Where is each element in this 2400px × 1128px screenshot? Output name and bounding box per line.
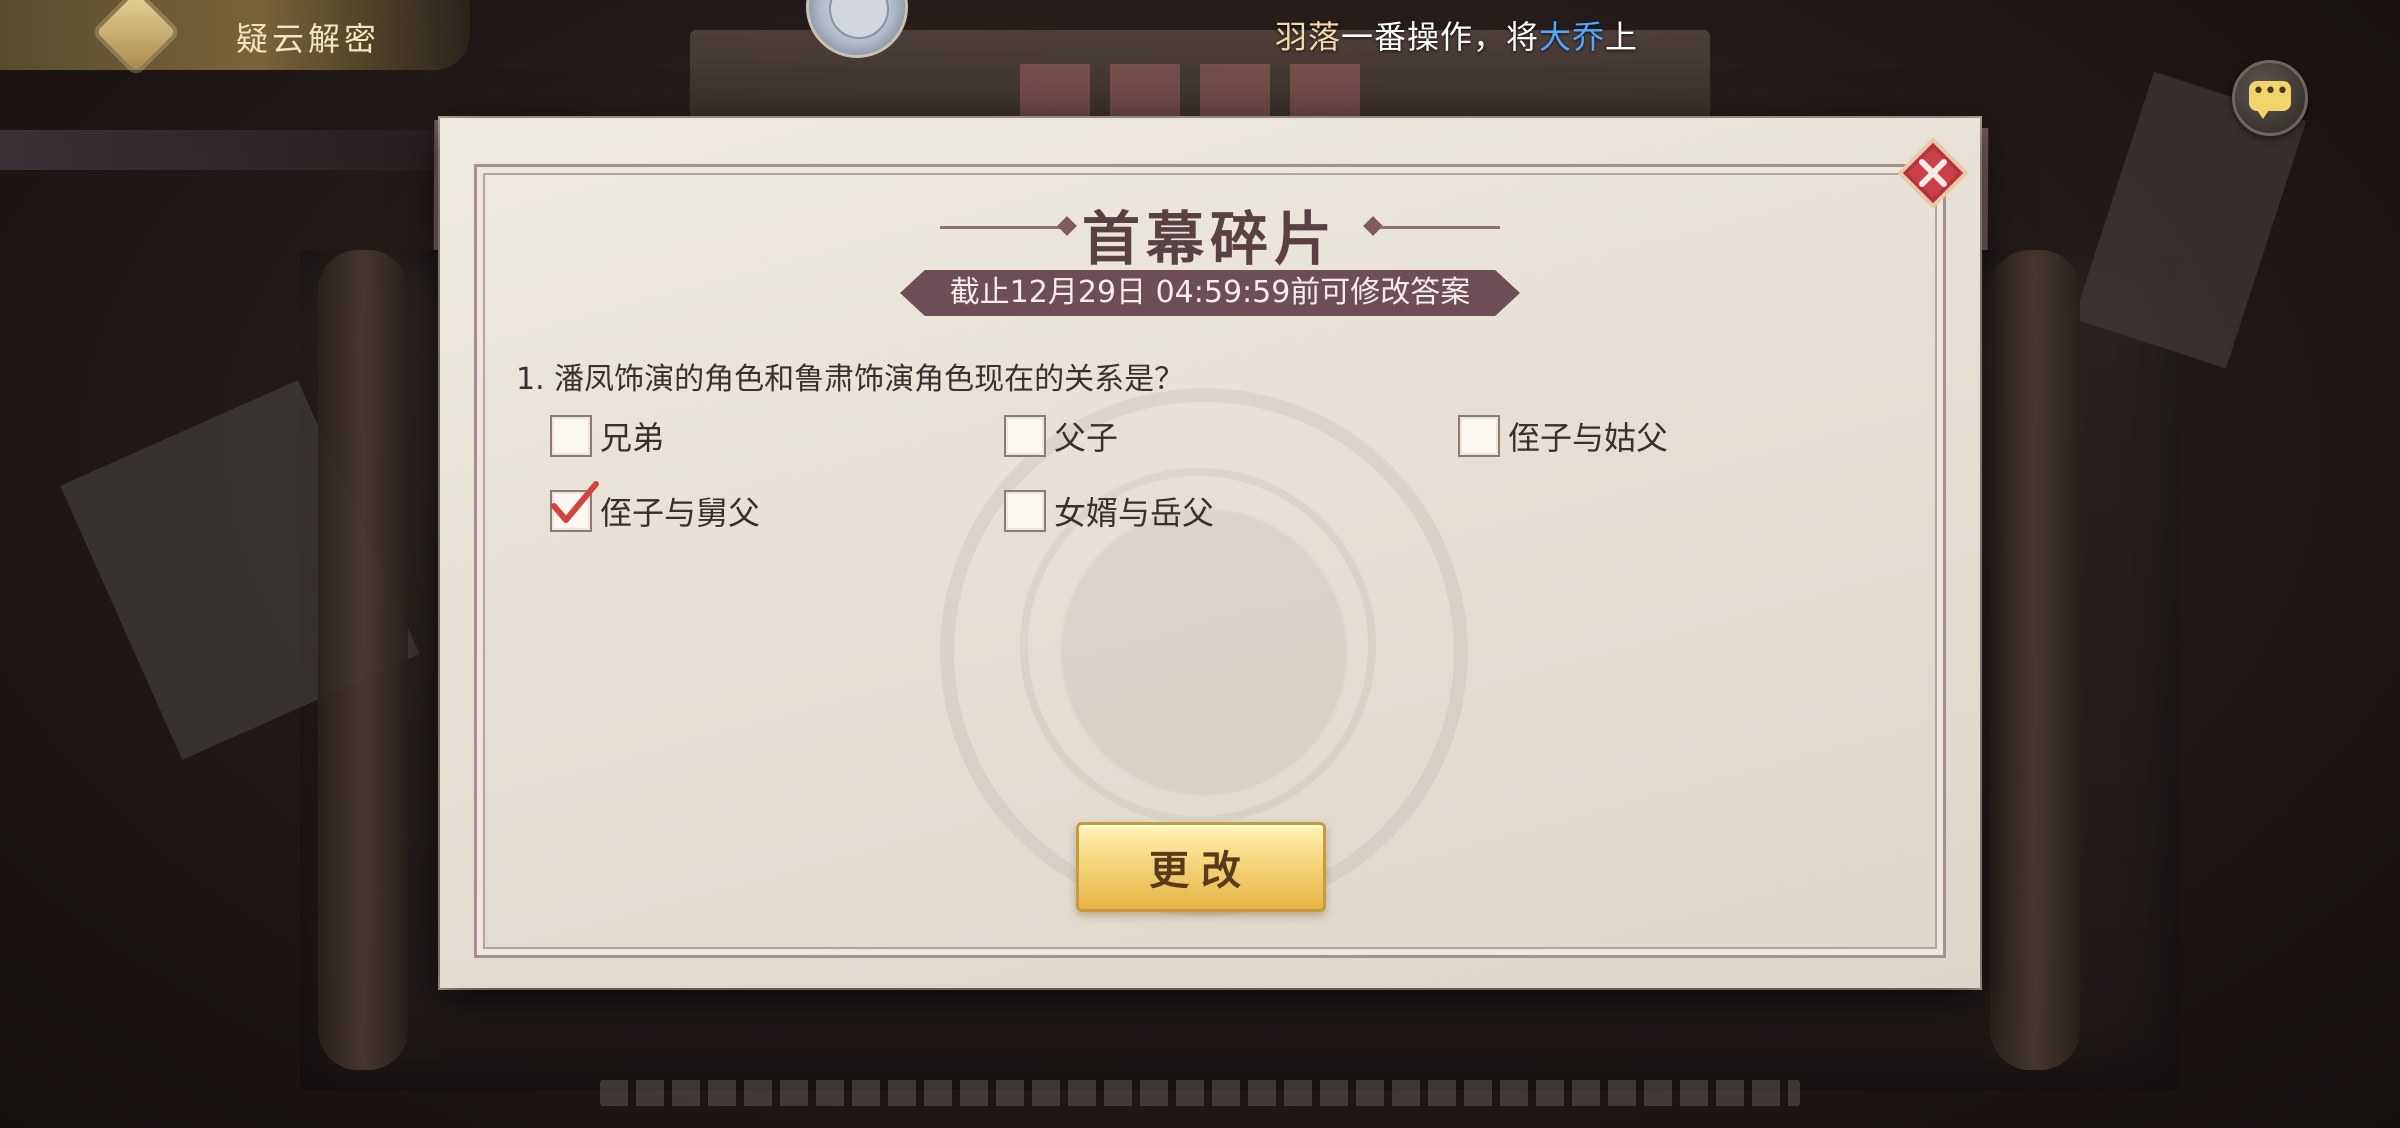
option-3[interactable]: 侄子与姑父 (1458, 413, 1668, 459)
option-4[interactable]: 侄子与舅父 (550, 481, 761, 534)
top-left-tab-label: 疑云解密 (236, 20, 381, 58)
option-4-label: 侄子与舅父 (600, 494, 761, 532)
quiz-modal: 首幕碎片 截止12月29日 04:59:59前可修改答案 1. 潘凤饰演的角色和… (440, 118, 1980, 988)
deadline-banner: 截止12月29日 04:59:59前可修改答案 (900, 270, 1520, 316)
option-5[interactable]: 女婿与岳父 (1004, 488, 1214, 534)
chat-dots: ••• (2252, 79, 2289, 104)
option-5-label: 女婿与岳父 (1054, 494, 1215, 532)
change-answer-button[interactable]: 更改 (1076, 822, 1326, 912)
option-2-label: 父子 (1054, 419, 1119, 457)
background-scroll-left (318, 250, 408, 1070)
avatar-medallion-inner (829, 0, 889, 39)
marquee-highlight: 大乔 (1539, 18, 1606, 56)
broadcast-marquee: 羽落一番操作，将大乔上 (1275, 12, 1638, 58)
top-left-tab[interactable]: 疑云解密 (0, 0, 470, 72)
checkmark-icon (551, 481, 599, 523)
top-left-subtitle-strip (0, 130, 460, 170)
option-2-checkbox[interactable] (1004, 415, 1046, 457)
option-3-label: 侄子与姑父 (1508, 419, 1669, 457)
modal-title: 首幕碎片 (1081, 205, 1338, 273)
marquee-player-name: 羽落 (1275, 18, 1342, 56)
tab-emblem-icon (96, 0, 176, 72)
close-icon[interactable] (1898, 138, 1968, 208)
question-text: 1. 潘凤饰演的角色和鲁肃饰演角色现在的关系是？ (516, 362, 1185, 397)
option-2[interactable]: 父子 (1004, 413, 1118, 459)
option-3-checkbox[interactable] (1458, 415, 1500, 457)
option-5-checkbox[interactable] (1004, 490, 1046, 532)
background-bottom-text (600, 1080, 1800, 1106)
option-1-label: 兄弟 (600, 419, 665, 457)
option-1-checkbox[interactable] (550, 415, 592, 457)
marquee-text: 一番操作，将 (1341, 18, 1540, 56)
background-scroll-right (1990, 250, 2080, 1070)
title-ornament-right (1380, 226, 1500, 229)
option-4-checkbox[interactable] (550, 481, 599, 532)
option-1[interactable]: 兄弟 (550, 413, 664, 459)
chat-button[interactable]: ••• (2232, 60, 2308, 136)
marquee-tail: 上 (1605, 18, 1639, 56)
